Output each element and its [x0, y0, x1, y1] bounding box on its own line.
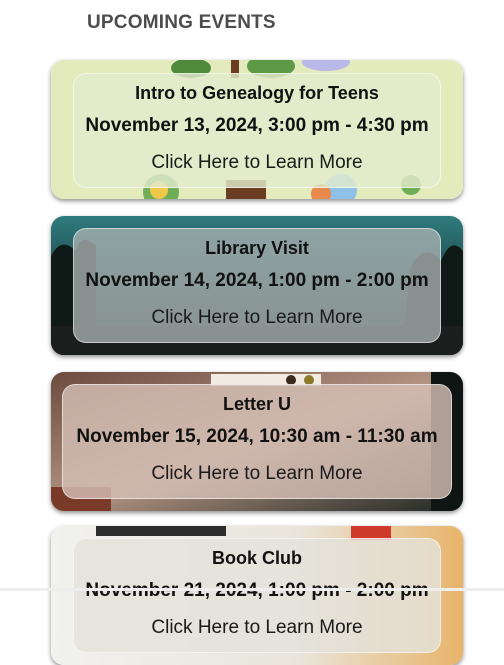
- event-card-book-club[interactable]: Book Club November 21, 2024, 1:00 pm - 2…: [51, 526, 463, 665]
- event-date: November 21, 2024, 1:00 pm - 2:00 pm: [74, 580, 440, 602]
- event-details-panel: Letter U November 15, 2024, 10:30 am - 1…: [62, 384, 452, 499]
- section-heading: UPCOMING EVENTS: [87, 12, 276, 33]
- learn-more-link[interactable]: Click Here to Learn More: [63, 463, 451, 485]
- learn-more-link[interactable]: Click Here to Learn More: [74, 152, 440, 174]
- learn-more-link[interactable]: Click Here to Learn More: [74, 307, 440, 329]
- event-details-panel: Intro to Genealogy for Teens November 13…: [73, 73, 441, 188]
- event-date: November 13, 2024, 3:00 pm - 4:30 pm: [85, 115, 429, 136]
- event-title: Intro to Genealogy for Teens: [135, 83, 379, 103]
- learn-more-link[interactable]: Click Here to Learn More: [74, 617, 440, 639]
- event-title: Library Visit: [205, 238, 309, 258]
- event-card-genealogy[interactable]: Intro to Genealogy for Teens November 13…: [51, 60, 463, 199]
- event-card-letter-u[interactable]: Letter U November 15, 2024, 10:30 am - 1…: [51, 372, 463, 511]
- event-date: November 14, 2024, 1:00 pm - 2:00 pm: [85, 270, 429, 291]
- event-date: November 15, 2024, 10:30 am - 11:30 am: [76, 426, 438, 447]
- event-details-panel: Library Visit November 14, 2024, 1:00 pm…: [73, 228, 441, 343]
- event-card-library-visit[interactable]: Library Visit November 14, 2024, 1:00 pm…: [51, 216, 463, 355]
- event-details-panel: Book Club November 21, 2024, 1:00 pm - 2…: [73, 538, 441, 653]
- event-title: Letter U: [222, 394, 291, 414]
- event-title: Book Club: [212, 548, 302, 568]
